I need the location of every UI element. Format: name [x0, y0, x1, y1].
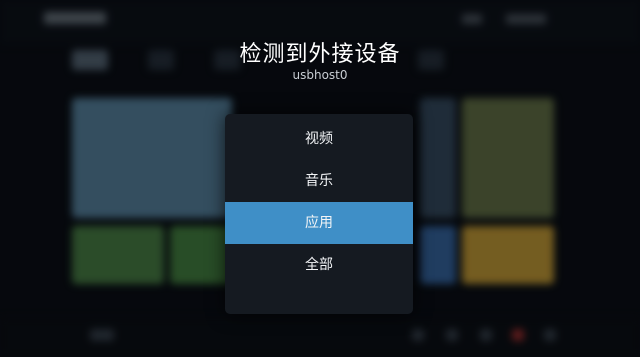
option-music[interactable]: 音乐 — [225, 160, 413, 202]
device-option-menu: 视频 音乐 应用 全部 — [225, 114, 413, 314]
device-name: usbhost0 — [292, 68, 348, 82]
option-apps[interactable]: 应用 — [225, 202, 413, 244]
dialog-title: 检测到外接设备 — [239, 42, 401, 67]
option-video[interactable]: 视频 — [225, 118, 413, 160]
option-all[interactable]: 全部 — [225, 244, 413, 286]
